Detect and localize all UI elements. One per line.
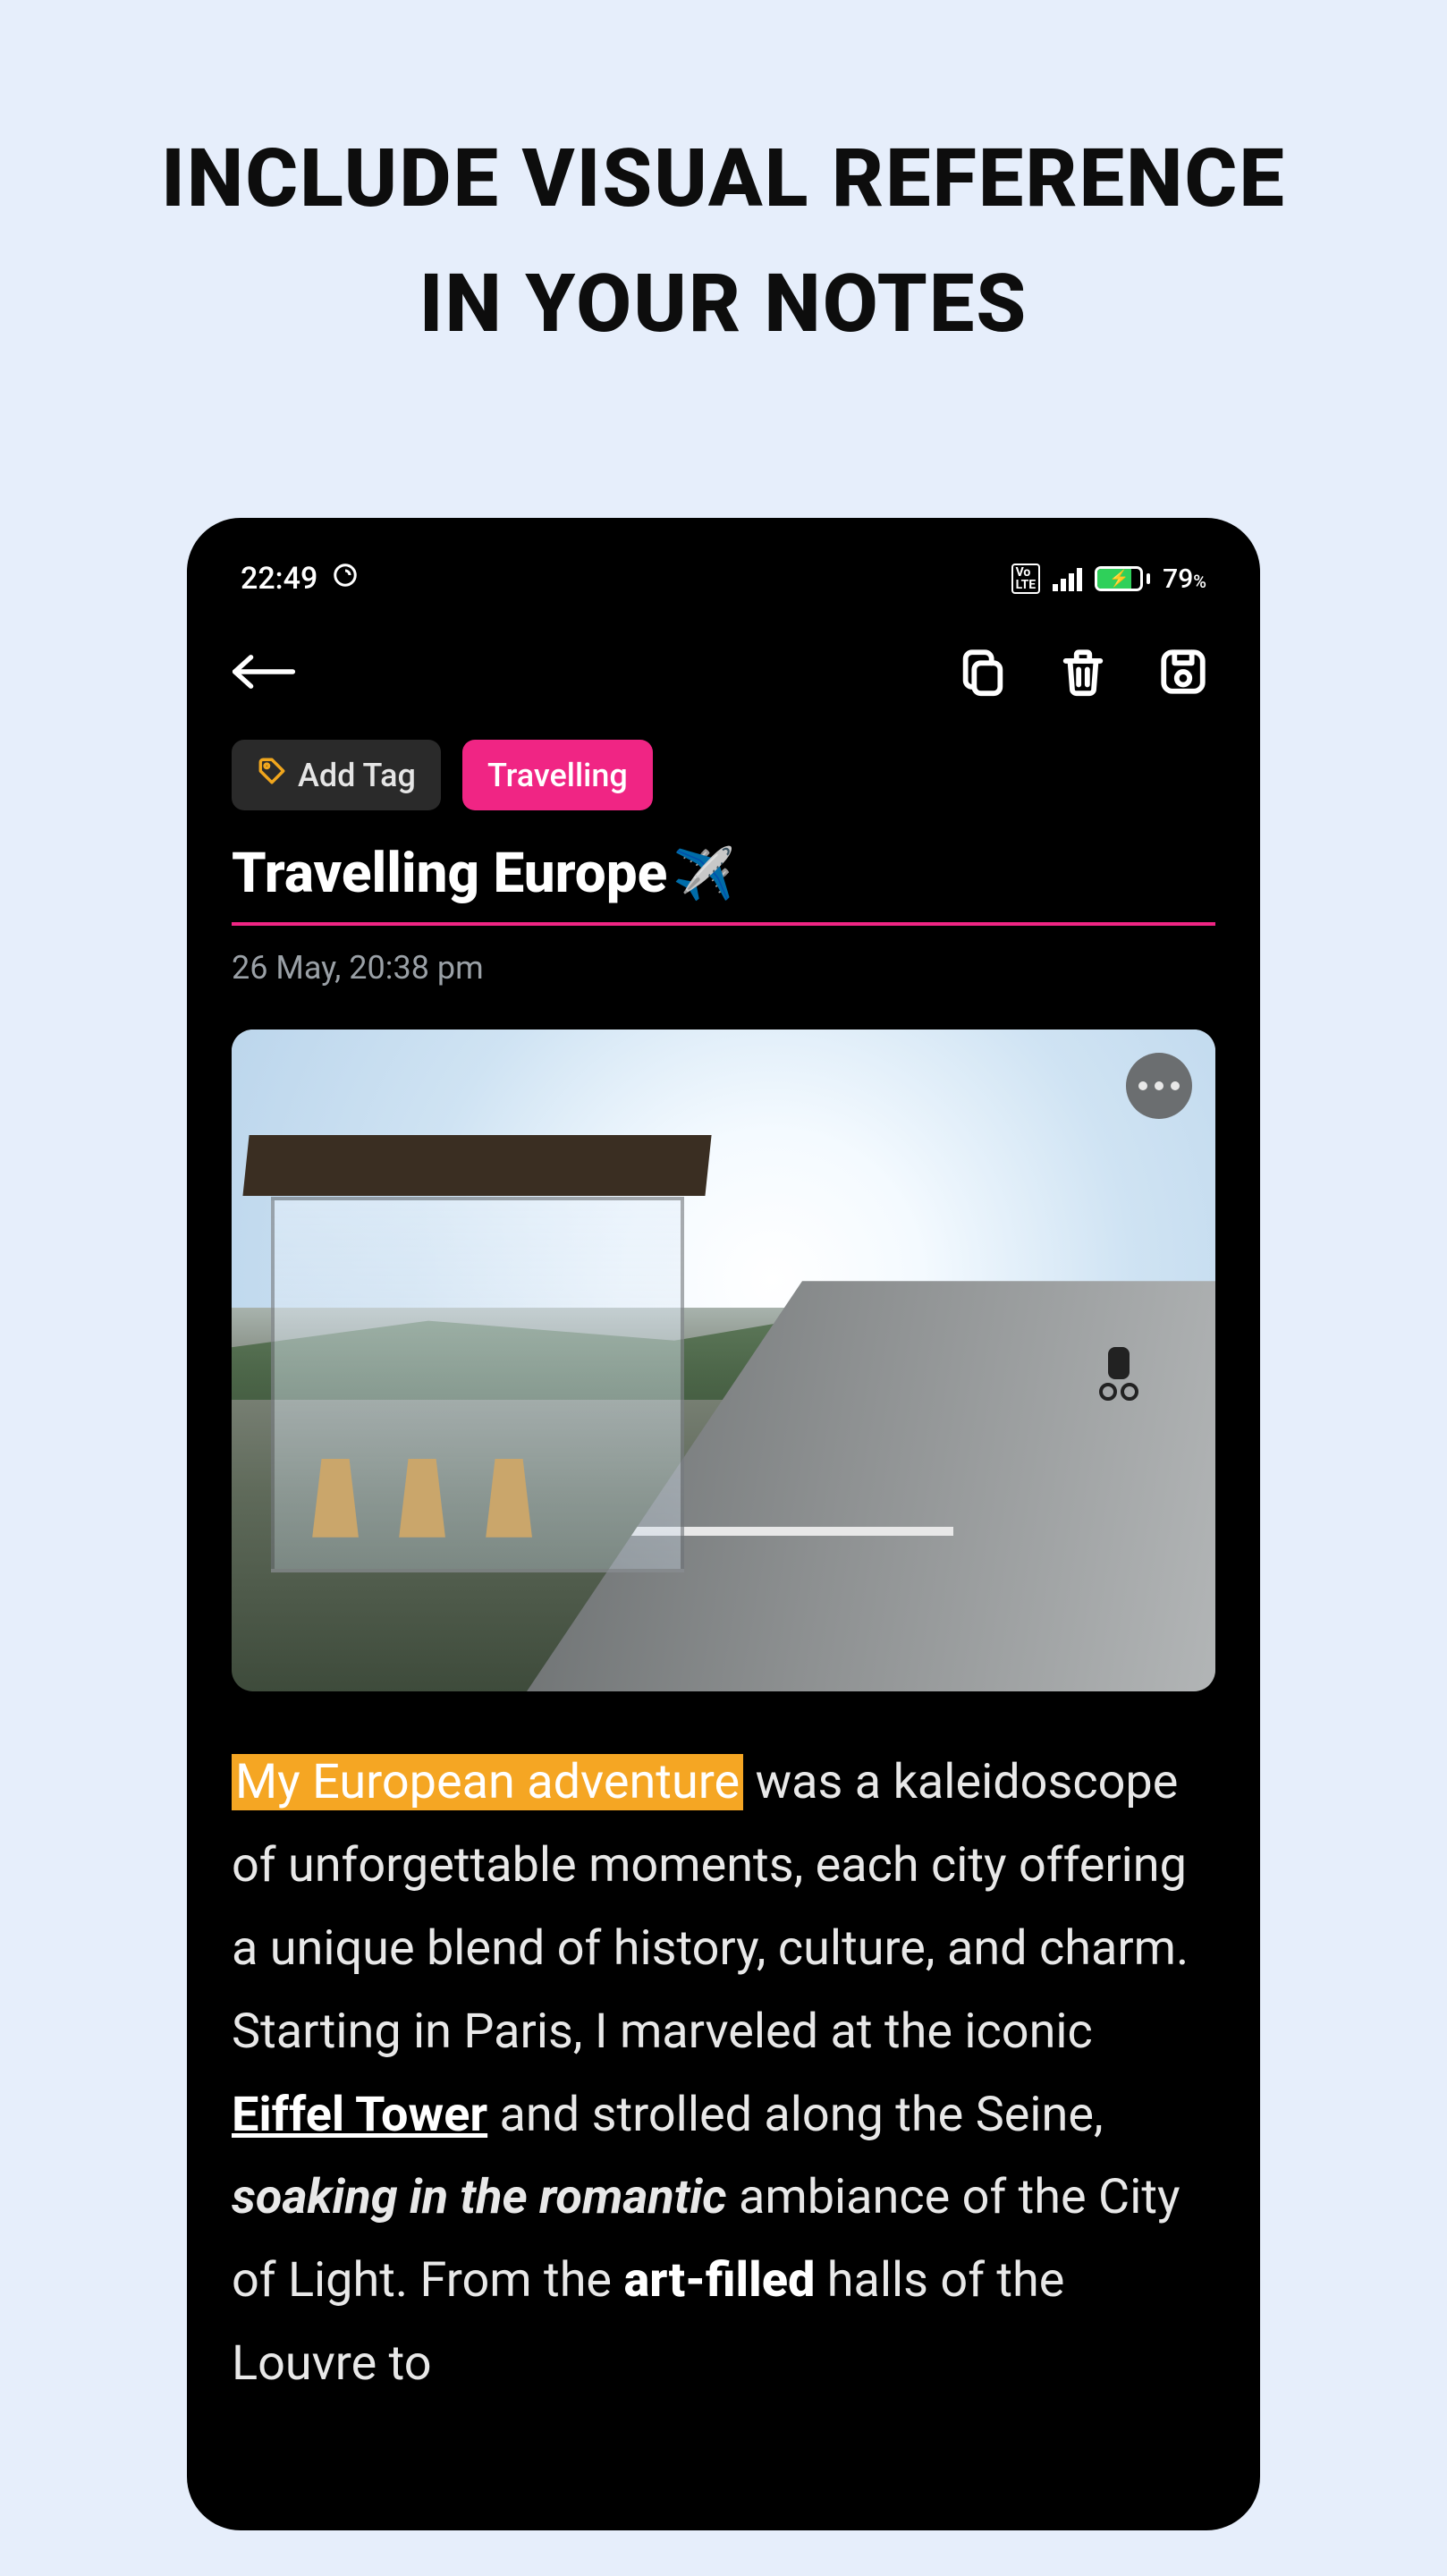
signal-icon bbox=[1053, 566, 1082, 591]
italic-romantic: soaking in the romantic bbox=[232, 2169, 727, 2225]
action-bar bbox=[187, 604, 1260, 722]
note-image[interactable] bbox=[232, 1030, 1215, 1691]
status-left: 22:49 bbox=[241, 561, 359, 597]
delete-button[interactable] bbox=[1051, 640, 1115, 704]
promo-line2: IN YOUR NOTES bbox=[72, 242, 1375, 367]
battery-indicator: ⚡ bbox=[1095, 566, 1150, 591]
copy-button[interactable] bbox=[951, 640, 1015, 704]
status-bar: 22:49 VoLTE ⚡ 79% bbox=[187, 554, 1260, 604]
tag-travelling[interactable]: Travelling bbox=[462, 740, 653, 810]
battery-percent: 79% bbox=[1163, 564, 1206, 595]
clock-icon bbox=[332, 561, 359, 597]
status-right: VoLTE ⚡ 79% bbox=[1011, 564, 1206, 595]
tag-label: Travelling bbox=[487, 757, 628, 794]
add-tag-button[interactable]: Add Tag bbox=[232, 740, 441, 810]
save-button[interactable] bbox=[1151, 640, 1215, 704]
note-title[interactable]: Travelling Europe✈️ bbox=[232, 841, 1215, 926]
tags-row: Add Tag Travelling bbox=[187, 722, 1260, 810]
back-button[interactable] bbox=[232, 640, 296, 704]
volte-indicator: VoLTE bbox=[1011, 564, 1041, 594]
note-date: 26 May, 20:38 pm bbox=[187, 926, 1260, 987]
image-more-button[interactable] bbox=[1126, 1053, 1192, 1119]
phone-frame: 22:49 VoLTE ⚡ 79% bbox=[187, 518, 1260, 2530]
promo-line1: INCLUDE VISUAL REFERENCE bbox=[72, 116, 1375, 242]
status-time: 22:49 bbox=[241, 561, 317, 597]
underlined-eiffel: Eiffel Tower bbox=[232, 2087, 487, 2143]
note-title-text: Travelling Europe bbox=[232, 841, 667, 906]
promo-heading: INCLUDE VISUAL REFERENCE IN YOUR NOTES bbox=[0, 0, 1447, 366]
tag-icon bbox=[257, 756, 287, 794]
note-body[interactable]: My European adventure was a kaleidoscope… bbox=[187, 1691, 1260, 2406]
highlighted-text: My European adventure bbox=[232, 1754, 743, 1810]
airplane-emoji: ✈️ bbox=[673, 844, 735, 903]
add-tag-label: Add Tag bbox=[298, 757, 416, 794]
bold-artfilled: art-filled bbox=[623, 2252, 815, 2309]
